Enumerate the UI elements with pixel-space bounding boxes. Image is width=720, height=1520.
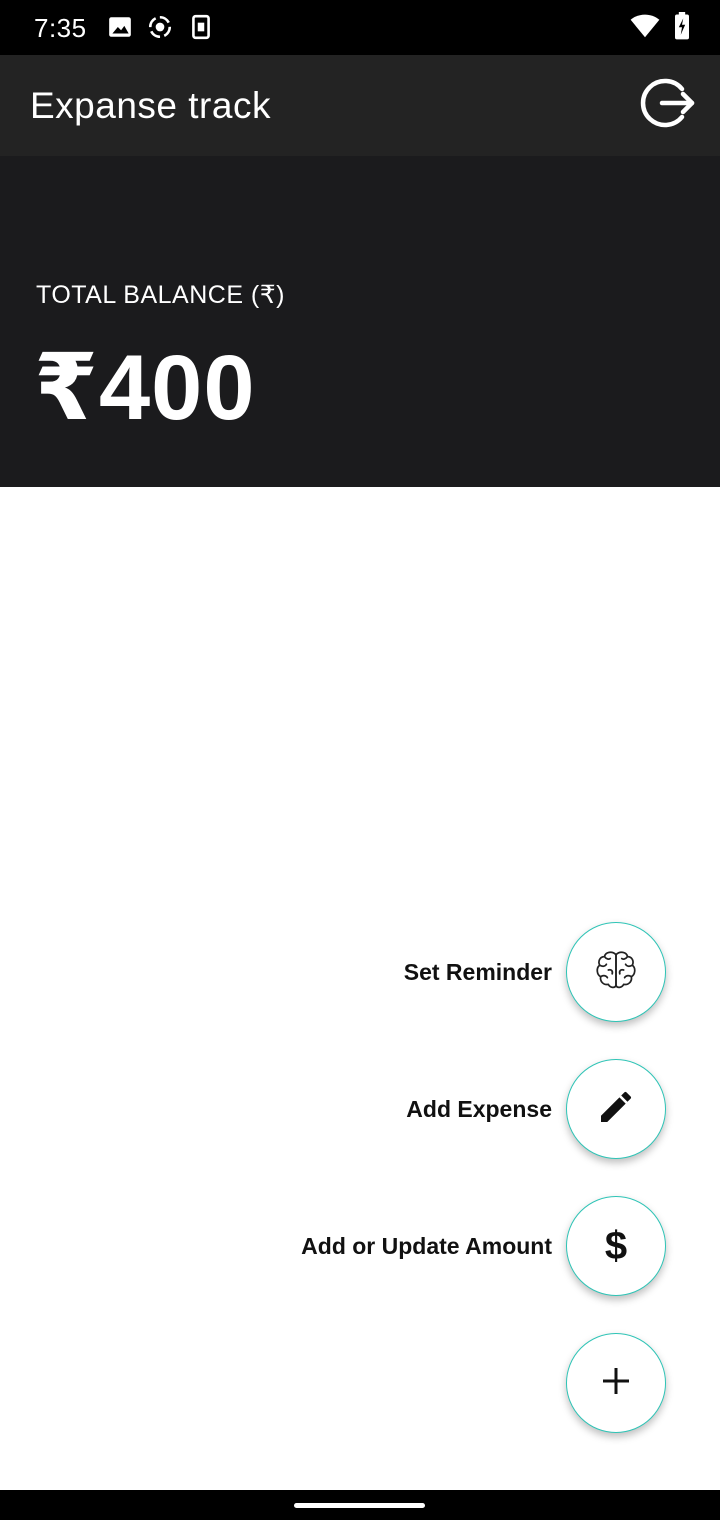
status-time: 7:35 [34, 13, 87, 43]
sync-icon [147, 14, 173, 40]
main-fab-row [566, 1333, 666, 1433]
image-icon [107, 14, 133, 40]
set-reminder-row[interactable]: Set Reminder [404, 922, 666, 1022]
app-title: Expanse track [30, 85, 271, 126]
balance-card: TOTAL BALANCE (₹) ₹400 [0, 156, 720, 487]
add-update-amount-button[interactable]: $ [566, 1196, 666, 1296]
set-reminder-label[interactable]: Set Reminder [404, 959, 552, 986]
brain-icon [593, 947, 639, 998]
balance-amount: ₹400 [34, 337, 256, 439]
add-update-amount-row[interactable]: Add or Update Amount $ [301, 1196, 666, 1296]
logout-button[interactable] [640, 77, 696, 133]
battery-charging-icon [674, 12, 690, 45]
screen: 7:35 Expanse track TOTAL BALANCE (₹) ₹40… [0, 0, 720, 1520]
dollar-icon: $ [604, 1223, 628, 1268]
app-bar: Expanse track [0, 55, 720, 156]
wifi-icon [630, 13, 660, 44]
add-expense-label[interactable]: Add Expense [406, 1096, 552, 1123]
navigation-bar [0, 1490, 720, 1520]
add-expense-button[interactable] [566, 1059, 666, 1159]
balance-label: TOTAL BALANCE (₹) [36, 281, 285, 309]
status-bar: 7:35 [0, 0, 720, 55]
add-update-amount-label[interactable]: Add or Update Amount [301, 1233, 552, 1260]
add-expense-row[interactable]: Add Expense [406, 1059, 666, 1159]
sim-card-icon [188, 14, 214, 40]
home-gesture-handle[interactable] [294, 1503, 425, 1508]
plus-icon [601, 1366, 631, 1401]
logout-icon [640, 75, 696, 136]
main-fab-button[interactable] [566, 1333, 666, 1433]
set-reminder-button[interactable] [566, 922, 666, 1022]
pencil-icon [596, 1087, 636, 1132]
